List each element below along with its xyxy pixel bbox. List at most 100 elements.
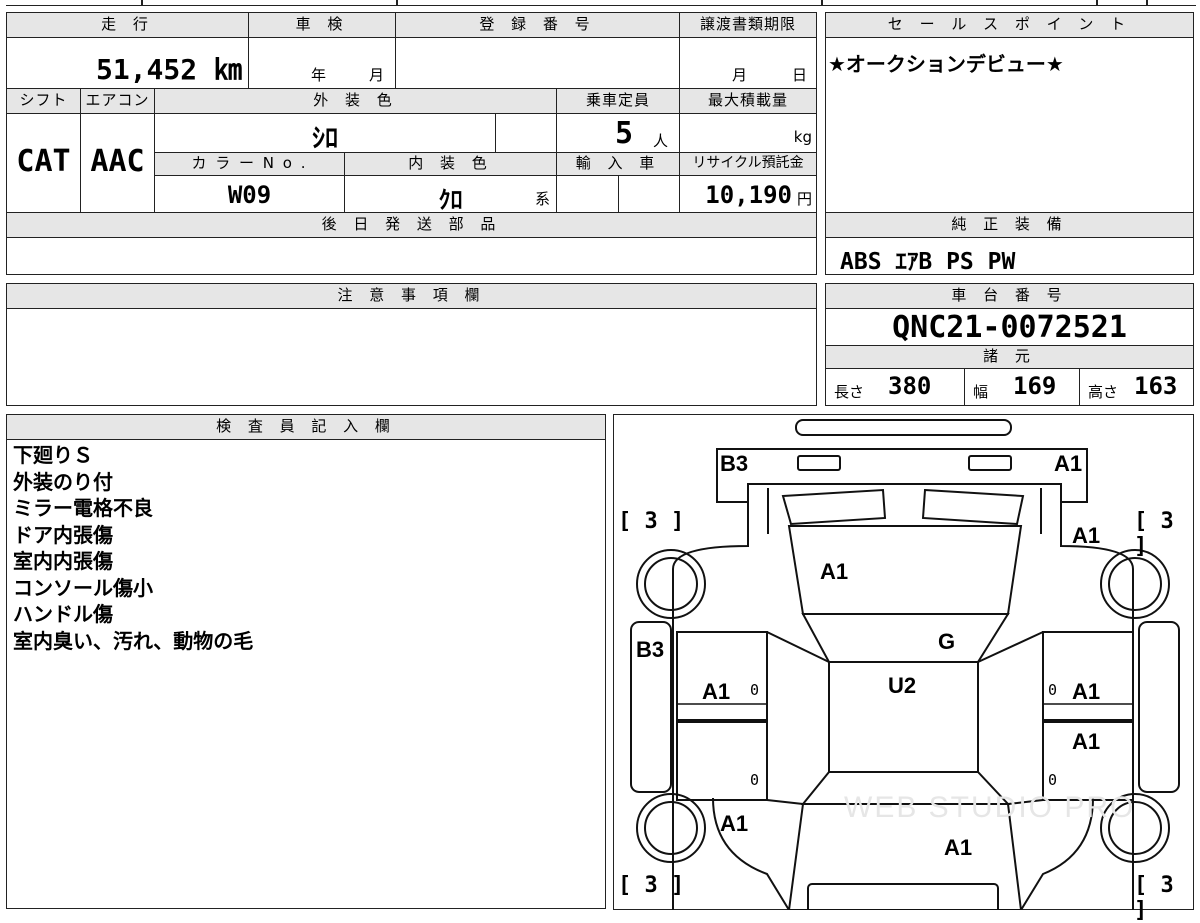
grille-right [921,488,1024,525]
sales-point-value: ★オークションデビュー★ [828,52,1064,76]
specs-height-value: 163 [1134,372,1178,400]
specs-height-label: 高さ [1088,383,1119,401]
inspection-year: 年 [311,66,327,84]
capacity-cell: 5 人 [556,113,680,153]
watermark: WEB STUDIO PRO [844,791,1136,824]
inspector-line: 室内内張傷 [13,549,113,573]
door-front-right [1041,630,1134,723]
damage-mark: B3 [636,637,665,662]
exterior-color-header: 外 装 色 [154,88,557,114]
car-diagram-frame: WEB STUDIO PRO B3 A1 A1 A1 B3 A1 U2 G A1… [613,414,1194,923]
specs-width-label: 幅 [973,383,989,401]
interior-cell: ｸﾛ 系 [344,175,557,214]
inspector-body: 下廻りＳ 外装のり付 ミラー電格不良 ドア内張傷 室内内張傷 コンソール傷小 ハ… [6,439,606,909]
shift-cell: CAT [6,113,81,213]
damage-mark: B3 [720,451,749,476]
interior-header: 内 装 色 [344,152,557,176]
inspection-month: 月 [369,66,385,84]
transfer-cell: 月 日 [679,37,817,89]
damage-mark: A1 [720,811,749,836]
inspector-line: 外装のり付 [13,469,113,494]
sales-point-header: セ ー ル ス ポ イ ン ト [825,12,1194,38]
body-outline [671,501,1134,910]
chassis-value: QNC21-0072521 [892,310,1127,345]
damage-mark: A1 [1072,679,1101,704]
mileage-value: 51,452 ㎞ [95,53,242,86]
specs-width-cell: 幅 169 [964,368,1080,406]
max-load-unit: kg [793,128,812,146]
notes-header: 注 意 事 項 欄 [6,283,817,309]
damage-mark: G [938,629,956,654]
zero-marker: 0 [1048,771,1058,789]
damage-mark: A1 [1054,451,1083,476]
car-diagram [629,418,1180,910]
shift-header: シフト [6,88,81,114]
inspector-header: 検 査 員 記 入 欄 [6,414,606,440]
damage-mark: A1 [944,835,973,860]
inspector-line: 下廻りＳ [13,443,93,467]
exterior-color-value: ｼﾛ [311,124,338,154]
registration-cell [395,37,680,89]
zero-marker: 0 [750,681,760,699]
chassis-header: 車 台 番 号 [825,283,1194,309]
recycle-cell: 10,190 円 [679,175,817,213]
rear-bumper [806,882,999,910]
damage-mark: A1 [702,679,731,704]
later-parts-body [6,237,817,275]
chassis-body: QNC21-0072521 [825,308,1194,346]
specs-length-cell: 長さ 380 [825,368,965,406]
damage-mark: A1 [1072,729,1101,754]
transfer-header: 譲渡書類期限 [679,12,817,38]
exterior-color-cell: ｼﾛ [154,113,496,154]
damage-mark: A1 [820,559,849,584]
max-load-cell: kg [679,113,817,153]
headlight-left [796,454,841,471]
color-no-value: W09 [227,181,272,209]
inspector-line: コンソール傷小 [13,575,153,600]
tire-rating: [ 3 ] [1134,873,1174,923]
interior-value: ｸﾛ [438,186,463,214]
aircon-value: AAC [90,144,145,179]
exterior-color-extra [495,113,557,153]
mileage-cell: 51,452 ㎞ [6,37,249,89]
capacity-value: 5 [615,116,634,151]
interior-suffix: 系 [534,190,550,208]
rocker-right [1137,620,1180,793]
equipment-header: 純 正 装 備 [825,212,1194,238]
capacity-unit: 人 [653,132,669,150]
inspection-header: 車 検 [248,12,396,38]
specs-length-value: 380 [888,372,932,400]
wheel-front-left [635,548,706,619]
tire-rating: [ 3 ] [1134,509,1174,559]
inspector-line: ドア内張傷 [13,522,113,547]
specs-width-value: 169 [1013,372,1057,400]
max-load-header: 最大積載量 [679,88,817,114]
recycle-value: 10,190 [705,181,792,209]
notes-body [6,308,817,406]
inspector-line: ハンドル傷 [13,602,113,626]
transfer-day: 日 [792,66,808,84]
zero-marker: 0 [750,771,760,789]
wheel-front-right [1099,548,1170,619]
front-body [715,447,1088,503]
aircon-header: エアコン [80,88,155,114]
zero-marker: 0 [1048,681,1058,699]
headlight-right [967,454,1012,471]
specs-length-label: 長さ [834,383,865,401]
color-no-cell: W09 [154,175,345,213]
shift-value: CAT [16,144,71,179]
windshield [800,612,1010,663]
capacity-header: 乗車定員 [556,88,680,114]
recycle-header: リサイクル預託金 [679,152,817,176]
sales-point-body: ★オークションデビュー★ [825,37,1194,213]
tire-rating: [ 3 ] [618,509,685,534]
tire-rating: [ 3 ] [618,873,685,898]
inspector-line: ミラー電格不良 [13,496,153,520]
wheel-rear-left [635,792,706,863]
registration-header: 登 録 番 号 [395,12,680,38]
inspection-cell: 年 月 [248,37,396,89]
specs-header: 諸 元 [825,345,1194,369]
inspector-lines: 下廻りＳ 外装のり付 ミラー電格不良 ドア内張傷 室内内張傷 コンソール傷小 ハ… [13,442,253,654]
aircon-cell: AAC [80,113,155,213]
import-cell-a [556,175,619,213]
